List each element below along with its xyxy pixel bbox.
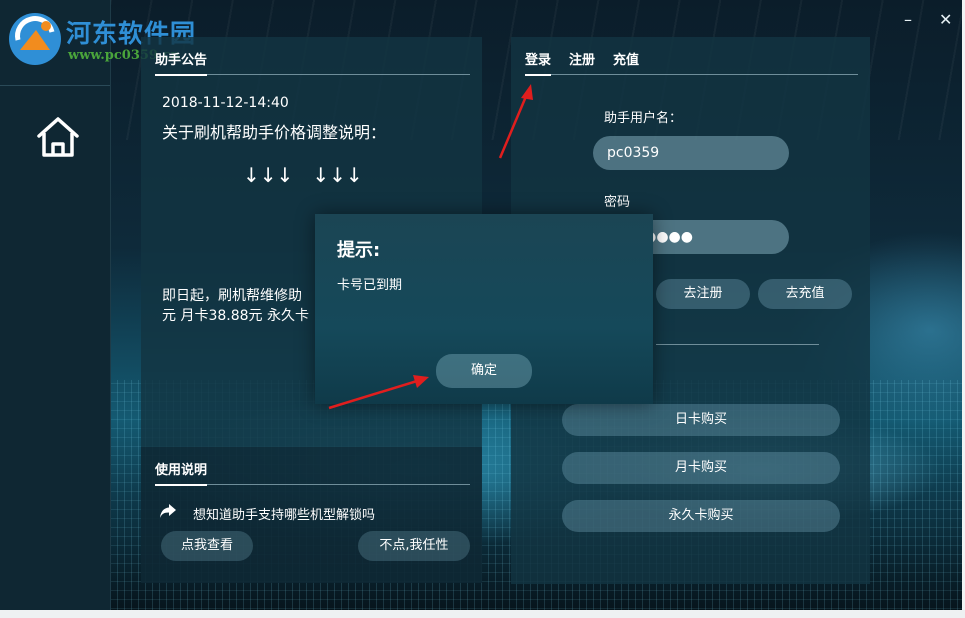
view-models-button[interactable]: 点我查看 xyxy=(161,531,253,561)
announcement-body-line2: 元 月卡38.88元 永久卡 xyxy=(162,308,309,324)
close-button[interactable]: ✕ xyxy=(939,10,952,29)
skip-button[interactable]: 不点,我任性 xyxy=(358,531,470,561)
home-icon[interactable] xyxy=(35,114,81,160)
red-arrow-icon xyxy=(498,84,533,159)
username-label: 助手用户名： xyxy=(604,111,683,126)
tab-recharge[interactable]: 充值 xyxy=(613,49,639,74)
watermark-logo-icon xyxy=(9,13,61,65)
desktop-edge-bottom xyxy=(0,610,965,618)
share-arrow-icon xyxy=(160,504,176,518)
tab-instructions[interactable]: 使用说明 xyxy=(155,459,208,486)
dialog-message: 卡号已到期 xyxy=(337,278,403,293)
announcement-body-line1: 即日起，刷机帮维修助 xyxy=(162,288,302,304)
tab-announcement[interactable]: 助手公告 xyxy=(155,49,208,76)
instructions-question: 想知道助手支持哪些机型解锁吗 xyxy=(193,508,376,523)
minimize-button[interactable]: – xyxy=(904,10,912,29)
register-button[interactable]: 去注册 xyxy=(656,279,750,309)
tab-login[interactable]: 登录 xyxy=(525,49,552,76)
buy-day-card-button[interactable]: 日卡购买 xyxy=(562,404,840,436)
announcement-arrows: ↓↓↓ ↓↓↓ xyxy=(243,163,363,187)
username-input[interactable]: pc0359 xyxy=(593,136,789,170)
password-label: 密码 xyxy=(604,195,631,210)
announcement-date: 2018-11-12-14:40 xyxy=(162,95,289,111)
tab-register[interactable]: 注册 xyxy=(569,49,595,74)
divider xyxy=(656,344,819,345)
instructions-tab-bar: 使用说明 xyxy=(155,459,470,486)
instructions-panel: 使用说明 想知道助手支持哪些机型解锁吗 点我查看 不点,我任性 xyxy=(141,447,482,583)
announcement-tab-bar: 助手公告 xyxy=(155,49,470,76)
dialog-title: 提示: xyxy=(337,240,381,261)
red-arrow-icon xyxy=(328,375,429,410)
buy-month-card-button[interactable]: 月卡购买 xyxy=(562,452,840,484)
sidebar xyxy=(0,0,111,610)
recharge-button[interactable]: 去充值 xyxy=(758,279,852,309)
announcement-headline: 关于刷机帮助手价格调整说明： xyxy=(162,123,387,142)
auth-tab-bar: 登录 注册 充值 xyxy=(525,49,858,76)
buy-forever-card-button[interactable]: 永久卡购买 xyxy=(562,500,840,532)
dialog-ok-button[interactable]: 确定 xyxy=(436,354,532,388)
